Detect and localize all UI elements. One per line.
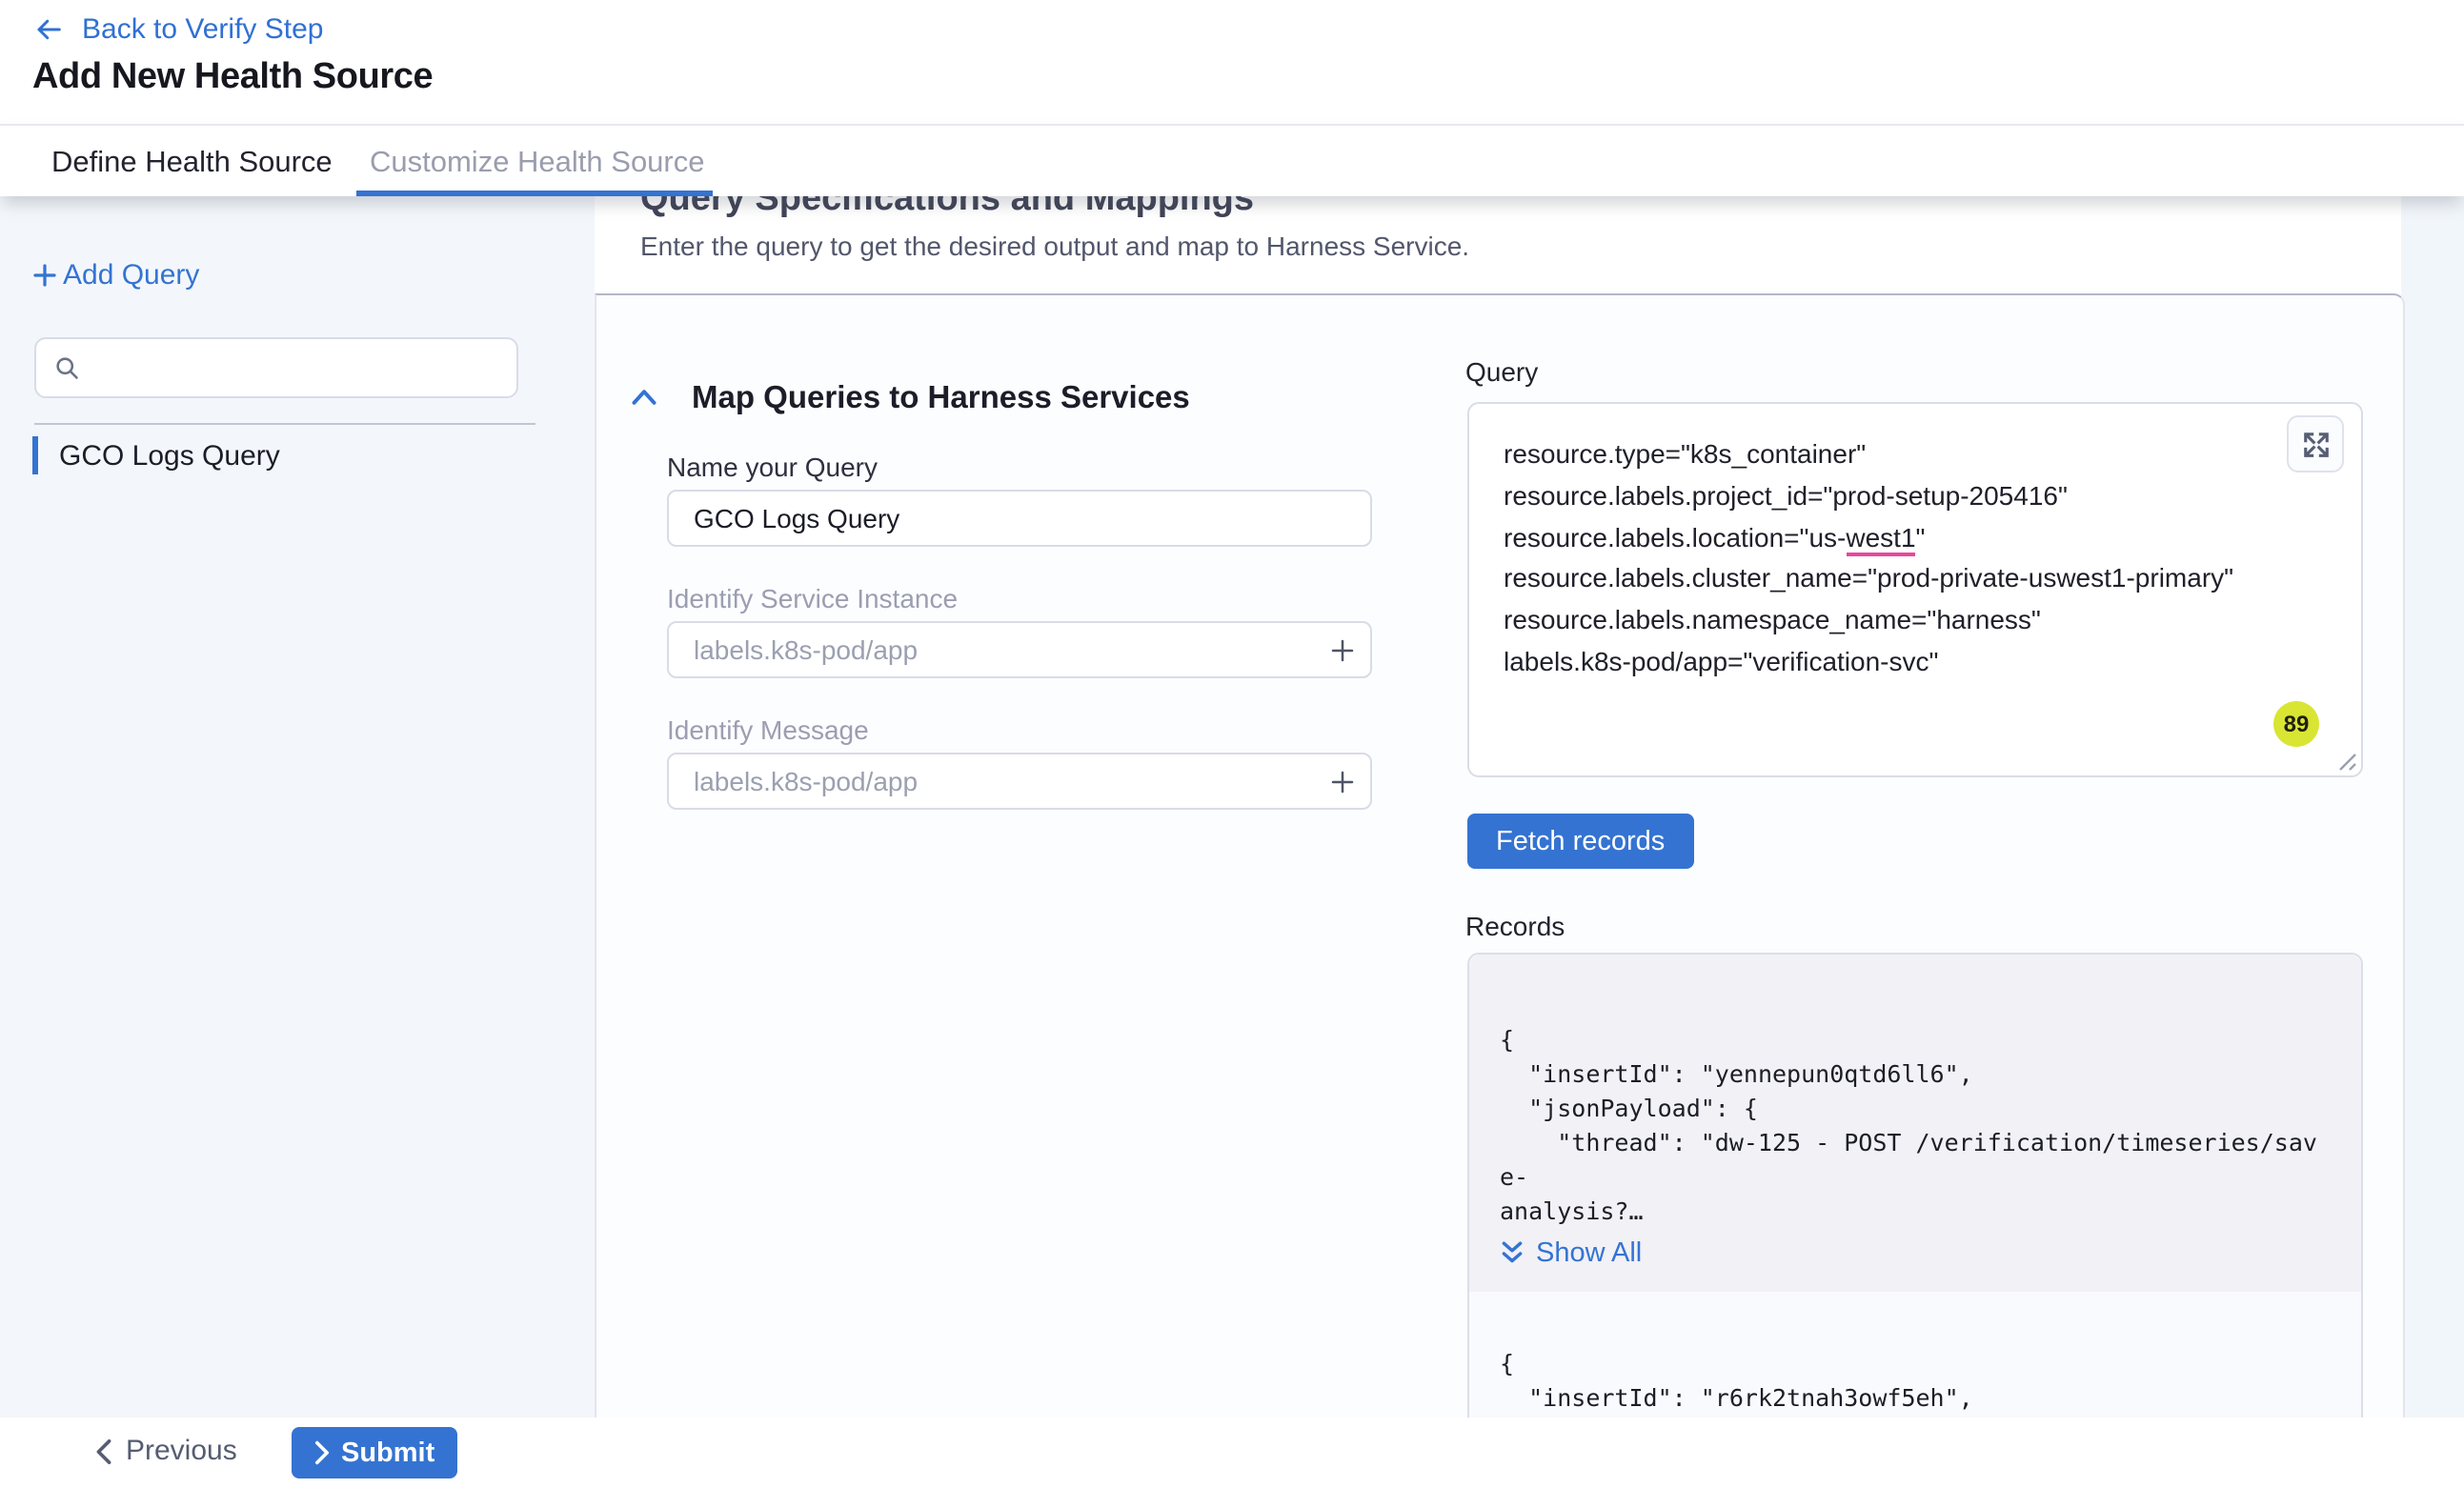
identify-message-input[interactable] (667, 753, 1372, 810)
previous-label: Previous (126, 1435, 237, 1467)
query-line: resource.labels.project_id="prod-setup-2… (1504, 476, 2285, 518)
record-line: { (1500, 1023, 2331, 1057)
query-sidebar: Add Query GCO Logs Query (0, 194, 595, 1418)
query-line: resource.labels.namespace_name="harness" (1504, 600, 2285, 642)
plus-icon (30, 261, 59, 290)
query-line: resource.labels.cluster_name="prod-priva… (1504, 559, 2285, 601)
record-line: { (1500, 1347, 2331, 1381)
chevron-right-icon (314, 1440, 330, 1465)
record-line: "insertId": "yennepun0qtd6ll6", (1500, 1057, 2331, 1092)
record-line: analysis?… (1500, 1195, 2331, 1229)
record-item-1: { "insertId": "yennepun0qtd6ll6", "jsonP… (1469, 955, 2361, 1292)
records-panel: { "insertId": "yennepun0qtd6ll6", "jsonP… (1467, 953, 2363, 1448)
tab-define-health-source[interactable]: Define Health Source (51, 147, 333, 181)
add-query-label: Add Query (63, 259, 199, 292)
chevron-left-icon (95, 1438, 112, 1464)
record-line: "thread": "dw-125 - POST /verification/t… (1500, 1126, 2331, 1195)
chevron-up-icon (631, 387, 657, 408)
query-line: resource.labels.location="us-west1" (1504, 517, 2285, 559)
service-instance-input[interactable] (667, 621, 1372, 678)
map-queries-section-header[interactable]: Map Queries to Harness Services (631, 381, 1190, 417)
identify-message-label: Identify Message (667, 714, 869, 745)
submit-button[interactable]: Submit (292, 1427, 457, 1478)
query-search-box (34, 337, 518, 398)
add-query-button[interactable]: Add Query (30, 259, 199, 292)
map-queries-title: Map Queries to Harness Services (692, 381, 1190, 417)
selected-indicator-bar (32, 436, 38, 474)
sidebar-divider (34, 423, 535, 425)
add-health-source-page: Back to Verify Step Add New Health Sourc… (0, 0, 2464, 1488)
arrow-left-icon (32, 15, 65, 44)
identify-message-add-button[interactable] (1323, 762, 1361, 800)
show-all-label: Show All (1536, 1238, 1642, 1269)
service-instance-label: Identify Service Instance (667, 583, 958, 613)
page-title: Add New Health Source (32, 57, 433, 99)
service-instance-add-button[interactable] (1323, 631, 1361, 669)
search-icon (53, 354, 80, 381)
back-link-label: Back to Verify Step (82, 13, 323, 46)
expand-icon (2301, 430, 2330, 458)
record-line: "jsonPayload": { (1500, 1092, 2331, 1126)
footer-bar: Previous Submit (0, 1418, 2464, 1488)
show-all-link[interactable]: Show All (1500, 1238, 2331, 1269)
right-gutter (2401, 194, 2464, 1418)
record-1-json: { "insertId": "yennepun0qtd6ll6", "jsonP… (1500, 1023, 2331, 1229)
query-label: Query (1465, 356, 1538, 387)
query-line: resource.type="k8s_container" (1504, 434, 2285, 476)
section-description: Enter the query to get the desired outpu… (640, 231, 1469, 261)
previous-button[interactable]: Previous (84, 1433, 249, 1469)
submit-label: Submit (341, 1438, 434, 1468)
name-query-label: Name your Query (667, 452, 878, 482)
character-count-badge: 89 (2273, 701, 2319, 747)
query-name-input[interactable] (667, 490, 1372, 547)
tab-customize-health-source[interactable]: Customize Health Source (370, 147, 705, 181)
expand-query-button[interactable] (2287, 415, 2344, 473)
sidebar-item-gco-logs-query[interactable]: GCO Logs Query (32, 436, 280, 474)
resize-handle[interactable] (2334, 749, 2357, 772)
fetch-records-button[interactable]: Fetch records (1467, 814, 1693, 869)
query-item-label: GCO Logs Query (59, 439, 280, 472)
active-tab-indicator (356, 191, 713, 196)
health-source-tabbar: Define Health Source Customize Health So… (0, 124, 2464, 196)
records-label: Records (1465, 911, 1565, 941)
query-text: resource.type="k8s_container"resource.la… (1469, 404, 2361, 684)
search-input[interactable] (91, 343, 516, 392)
back-to-verify-step-link[interactable]: Back to Verify Step (32, 13, 323, 46)
record-line: "insertId": "r6rk2tnah3owf5eh", (1500, 1381, 2331, 1416)
query-textarea[interactable]: resource.type="k8s_container"resource.la… (1467, 402, 2363, 777)
chevrons-down-icon (1500, 1240, 1525, 1267)
query-line: labels.k8s-pod/app="verification-svc" (1504, 642, 2285, 684)
